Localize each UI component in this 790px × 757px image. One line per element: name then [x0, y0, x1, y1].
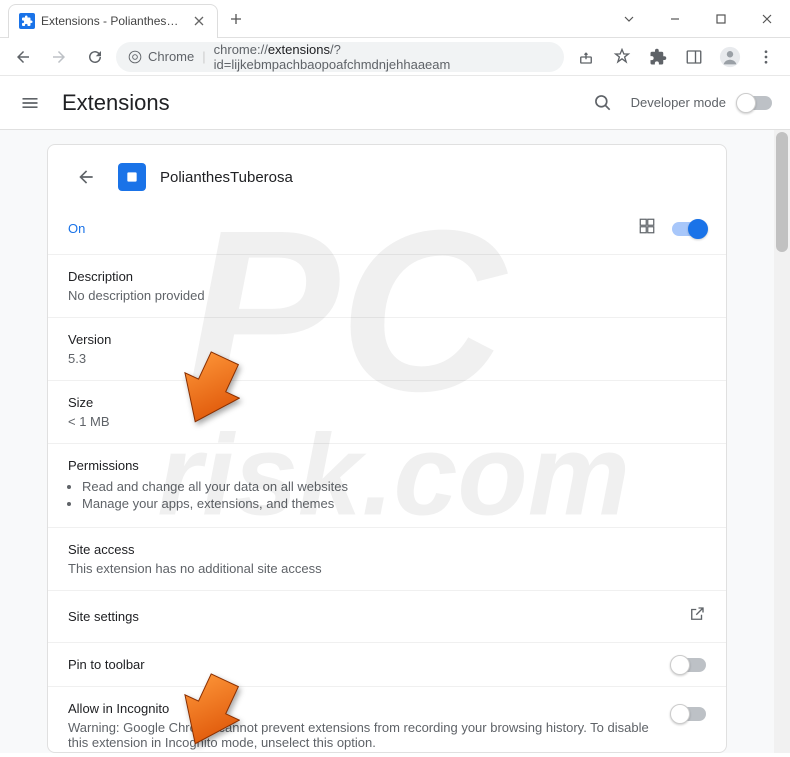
- hamburger-menu-button[interactable]: [18, 91, 42, 115]
- tab-title: Extensions - PolianthesTuberosa: [41, 14, 185, 28]
- browser-toolbar: Chrome | chrome://extensions/?id=lijkebm…: [0, 38, 790, 76]
- close-window-button[interactable]: [744, 2, 790, 36]
- launch-icon: [688, 605, 706, 628]
- url-text: chrome://extensions/?id=lijkebmpachbaopo…: [214, 42, 552, 72]
- incognito-label: Allow in Incognito: [68, 701, 652, 716]
- extension-detail-card: PolianthesTuberosa On Description No des…: [47, 144, 727, 753]
- size-label: Size: [68, 395, 706, 410]
- new-tab-button[interactable]: [222, 5, 250, 33]
- permissions-label: Permissions: [68, 458, 706, 473]
- site-access-label: Site access: [68, 542, 706, 557]
- grid-icon[interactable]: [638, 217, 656, 240]
- scrollbar-thumb[interactable]: [776, 132, 788, 252]
- extensions-button[interactable]: [642, 41, 674, 73]
- pin-to-toolbar-label: Pin to toolbar: [68, 657, 145, 672]
- window-chevron-button[interactable]: [606, 2, 652, 36]
- version-label: Version: [68, 332, 706, 347]
- page-title: Extensions: [62, 90, 170, 116]
- site-settings-label: Site settings: [68, 609, 139, 624]
- back-button[interactable]: [8, 42, 38, 72]
- address-bar[interactable]: Chrome | chrome://extensions/?id=lijkebm…: [116, 42, 564, 72]
- profile-button[interactable]: [714, 41, 746, 73]
- developer-mode-label: Developer mode: [631, 95, 726, 110]
- chrome-label: Chrome: [148, 49, 194, 64]
- site-settings-row[interactable]: Site settings: [48, 590, 726, 642]
- version-value: 5.3: [68, 351, 706, 366]
- incognito-warning: Warning: Google Chrome cannot prevent ex…: [68, 720, 652, 750]
- maximize-button[interactable]: [698, 2, 744, 36]
- incognito-toggle[interactable]: [672, 707, 706, 721]
- extension-icon: [118, 163, 146, 191]
- developer-mode-toggle[interactable]: [738, 96, 772, 110]
- menu-button[interactable]: [750, 41, 782, 73]
- description-label: Description: [68, 269, 706, 284]
- main-content: PolianthesTuberosa On Description No des…: [0, 130, 774, 753]
- chrome-icon: [128, 50, 142, 64]
- window-titlebar: Extensions - PolianthesTuberosa: [0, 0, 790, 38]
- permissions-list: Read and change all your data on all web…: [82, 479, 706, 511]
- extensions-header: Extensions Developer mode: [0, 76, 790, 130]
- reload-button[interactable]: [80, 42, 110, 72]
- site-access-value: This extension has no additional site ac…: [68, 561, 706, 576]
- list-item: Read and change all your data on all web…: [82, 479, 706, 494]
- extension-enable-toggle[interactable]: [672, 222, 706, 236]
- on-status-label: On: [68, 221, 85, 236]
- minimize-button[interactable]: [652, 2, 698, 36]
- list-item: Manage your apps, extensions, and themes: [82, 496, 706, 511]
- extension-name: PolianthesTuberosa: [160, 169, 293, 186]
- bookmark-button[interactable]: [606, 41, 638, 73]
- vertical-scrollbar[interactable]: [774, 130, 790, 753]
- sidepanel-button[interactable]: [678, 41, 710, 73]
- pin-to-toolbar-toggle[interactable]: [672, 658, 706, 672]
- browser-tab[interactable]: Extensions - PolianthesTuberosa: [8, 4, 218, 38]
- share-button[interactable]: [570, 41, 602, 73]
- close-icon[interactable]: [191, 13, 207, 29]
- site-info-chip[interactable]: Chrome: [128, 49, 194, 64]
- forward-button[interactable]: [44, 42, 74, 72]
- puzzle-icon: [19, 13, 35, 29]
- description-value: No description provided: [68, 288, 706, 303]
- size-value: < 1 MB: [68, 414, 706, 429]
- window-controls: [606, 2, 790, 36]
- search-button[interactable]: [587, 87, 619, 119]
- back-to-list-button[interactable]: [68, 159, 104, 195]
